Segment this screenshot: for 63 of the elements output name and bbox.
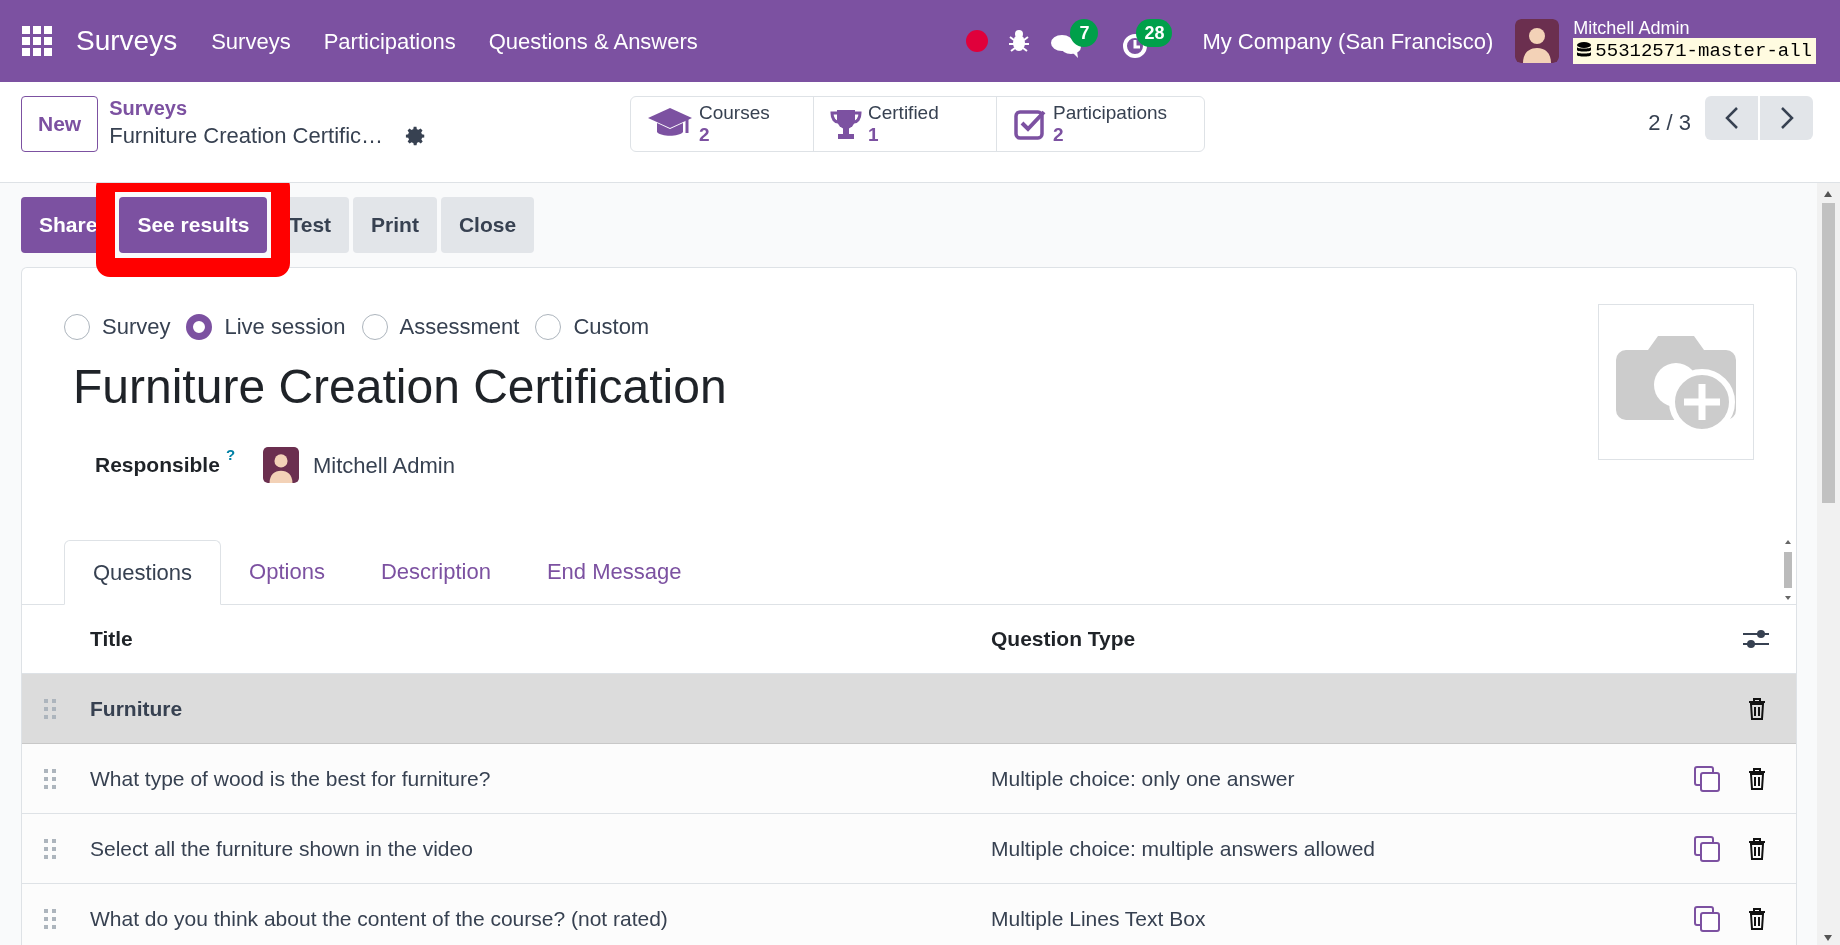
survey-type-radio[interactable]: Custom	[535, 310, 650, 343]
form-tab[interactable]: Questions	[64, 540, 222, 605]
next-button[interactable]	[1760, 96, 1813, 140]
survey-type-radio[interactable]: Survey	[64, 310, 171, 343]
app-menu-icon[interactable]	[22, 26, 52, 56]
column-header[interactable]: Title	[90, 623, 991, 655]
pager-value[interactable]: 2 / 3	[1648, 106, 1691, 139]
trophy-icon	[830, 108, 862, 140]
user-name[interactable]: Mitchell Admin	[1573, 18, 1816, 38]
form-tab[interactable]: Description	[352, 539, 519, 604]
table-cell[interactable]: What type of wood is the best for furniture?	[90, 762, 991, 795]
column-header[interactable]: Question Type	[991, 623, 1743, 655]
drag-handle-icon[interactable]	[44, 698, 56, 719]
delete-icon[interactable]	[1748, 697, 1766, 720]
checked-box-icon	[1013, 107, 1047, 141]
survey-title[interactable]: Furniture Creation Certification	[73, 357, 727, 417]
chevron-right-icon	[1779, 106, 1794, 130]
survey-type-radio[interactable]: Assessment	[361, 310, 520, 343]
smart-button[interactable]: Courses 2	[631, 97, 813, 151]
column-settings-icon[interactable]	[1743, 628, 1769, 650]
smart-button[interactable]: Participations 2	[996, 97, 1204, 151]
bug-icon[interactable]	[1008, 29, 1031, 53]
duplicate-icon[interactable]	[1694, 905, 1720, 932]
image-upload-field[interactable]	[1598, 304, 1754, 460]
duplicate-icon[interactable]	[1694, 835, 1720, 862]
delete-icon[interactable]	[1748, 837, 1766, 860]
drag-handle-icon[interactable]	[44, 908, 56, 929]
responsible-value[interactable]: Mitchell Admin	[313, 448, 455, 482]
database-badge: 55312571-master-all	[1573, 38, 1816, 64]
form-tab[interactable]: Options	[221, 539, 353, 604]
company-name[interactable]: My Company (San Francisco)	[1202, 24, 1494, 58]
nav-menu-item[interactable]: Surveys	[211, 24, 291, 58]
nav-menu-item[interactable]: Questions & Answers	[488, 24, 698, 58]
activity-count-badge: 28	[1136, 19, 1173, 47]
help-tooltip-icon[interactable]: ?	[225, 447, 236, 463]
table-cell[interactable]: Multiple choice: multiple answers allowed	[991, 832, 1694, 865]
breadcrumb-link[interactable]: Surveys	[109, 96, 428, 120]
table-cell[interactable]: Multiple choice: only one answer	[991, 762, 1694, 795]
drag-handle-icon[interactable]	[44, 838, 56, 859]
nav-menu-item[interactable]: Participations	[323, 24, 456, 58]
chevron-left-icon	[1724, 106, 1739, 130]
drag-handle-icon[interactable]	[44, 768, 56, 789]
table-cell[interactable]: Multiple Lines Text Box	[991, 902, 1694, 935]
previous-button[interactable]	[1705, 96, 1758, 140]
form-tab[interactable]: End Message	[518, 539, 710, 604]
smart-button[interactable]: Certified 1	[813, 97, 996, 151]
message-count-badge: 7	[1070, 19, 1099, 47]
avatar-icon[interactable]	[1515, 19, 1560, 63]
record-name: Furniture Creation Certific…	[109, 122, 384, 150]
scrollbar-drawing	[1782, 538, 1794, 602]
duplicate-icon[interactable]	[1694, 765, 1720, 792]
avatar-icon	[263, 447, 300, 483]
field-label: Responsible	[95, 452, 220, 479]
delete-icon[interactable]	[1748, 907, 1766, 930]
table-cell[interactable]: What do you think about the content of the course? (not rated)	[90, 902, 991, 935]
survey-type-radio[interactable]: Live session	[186, 310, 346, 343]
app-title[interactable]: Surveys	[76, 20, 178, 62]
new-button[interactable]: New	[21, 96, 99, 152]
delete-icon[interactable]	[1748, 767, 1766, 790]
action-button[interactable]: See results	[119, 197, 268, 253]
action-button[interactable]: Close	[440, 197, 535, 253]
action-button[interactable]: Print	[353, 197, 437, 253]
table-cell[interactable]: Select all the furniture shown in the video	[90, 832, 991, 865]
